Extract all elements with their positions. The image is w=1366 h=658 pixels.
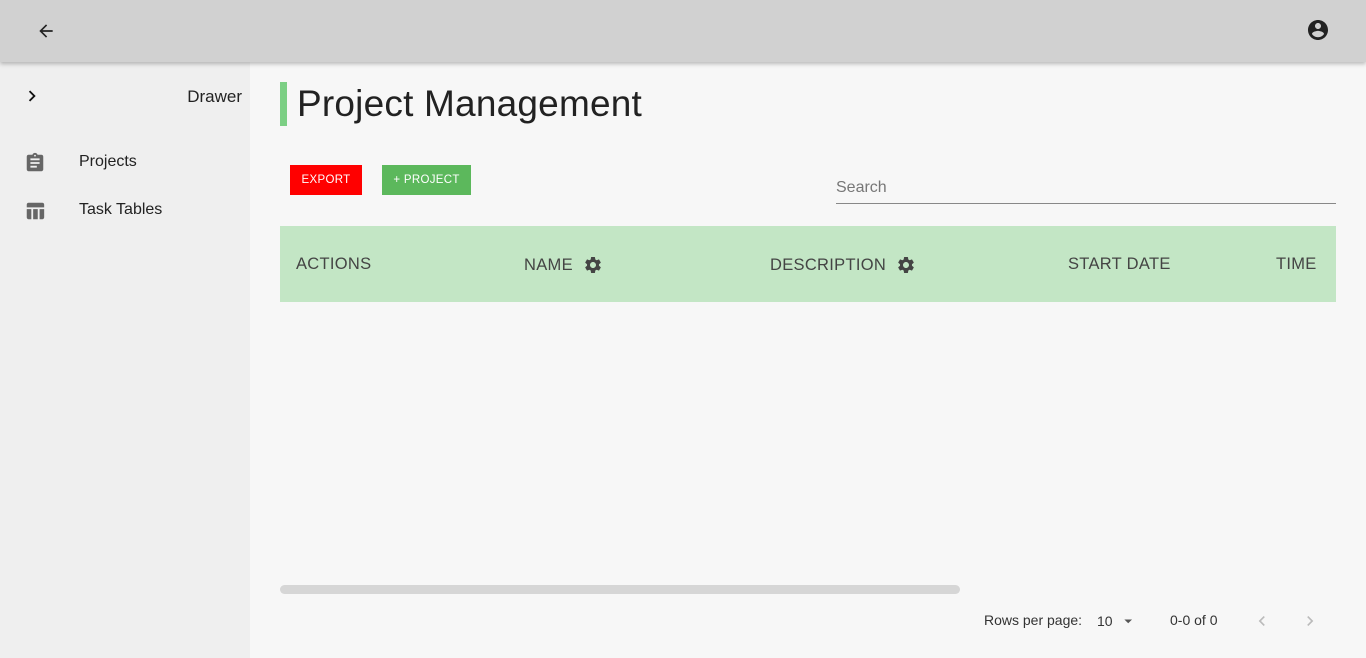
table-icon [26, 202, 45, 220]
app-bar [0, 0, 1366, 62]
drawer-header: Drawer [0, 62, 250, 130]
next-page-button[interactable] [1297, 608, 1323, 634]
column-header-actions[interactable]: ACTIONS [296, 255, 371, 274]
column-header-label: NAME [524, 255, 573, 274]
previous-page-button[interactable] [1249, 608, 1275, 634]
account-button[interactable] [1302, 14, 1334, 46]
account-circle-icon [1308, 20, 1328, 40]
drawer-title: Drawer [187, 87, 242, 106]
search-input[interactable] [836, 174, 1336, 202]
pagination-range: 0-0 of 0 [1170, 612, 1218, 628]
nav-item-label: Projects [79, 153, 137, 170]
column-header-label: START DATE [1068, 255, 1171, 273]
column-header-time[interactable]: TIME [1276, 255, 1317, 274]
table-header: ACTIONS NAME DESCRIPTION START DATE TIME [280, 226, 1336, 302]
main-content: Project Management EXPORT + PROJECT ACTI… [250, 62, 1366, 658]
drawer-toggle-button[interactable] [18, 82, 46, 110]
name-settings-button[interactable] [583, 255, 603, 275]
clipboard-icon [26, 152, 44, 172]
search-field [836, 174, 1336, 204]
rows-per-page-value: 10 [1097, 613, 1113, 629]
nav-item-label: Task Tables [79, 201, 163, 218]
column-header-label: TIME [1276, 255, 1317, 273]
back-button[interactable] [30, 15, 62, 47]
column-header-name[interactable]: NAME [524, 255, 603, 275]
column-header-label: ACTIONS [296, 255, 372, 273]
gear-icon [898, 257, 914, 273]
gear-icon [585, 257, 601, 273]
side-drawer: Drawer Projects Task Tables [0, 62, 250, 658]
description-settings-button[interactable] [896, 255, 916, 275]
column-header-description[interactable]: DESCRIPTION [770, 255, 916, 275]
add-project-button[interactable]: + PROJECT [382, 165, 471, 195]
nav-item-projects[interactable]: Projects [0, 140, 250, 186]
horizontal-scrollbar[interactable] [280, 585, 960, 594]
rows-per-page-select[interactable]: 10 [1097, 610, 1137, 632]
column-header-start-date[interactable]: START DATE [1068, 255, 1171, 274]
column-header-label: DESCRIPTION [770, 255, 887, 274]
caret-down-icon [1123, 619, 1132, 624]
title-accent-bar [280, 82, 287, 126]
export-button[interactable]: EXPORT [290, 165, 362, 195]
arrow-left-icon [39, 24, 53, 38]
rows-per-page-label: Rows per page: [984, 612, 1083, 628]
chevron-left-icon [1258, 616, 1265, 626]
page-title: Project Management [297, 83, 643, 124]
chevron-right-icon [1307, 616, 1314, 626]
chevron-right-icon [28, 90, 36, 102]
nav-item-task-tables[interactable]: Task Tables [0, 188, 250, 234]
